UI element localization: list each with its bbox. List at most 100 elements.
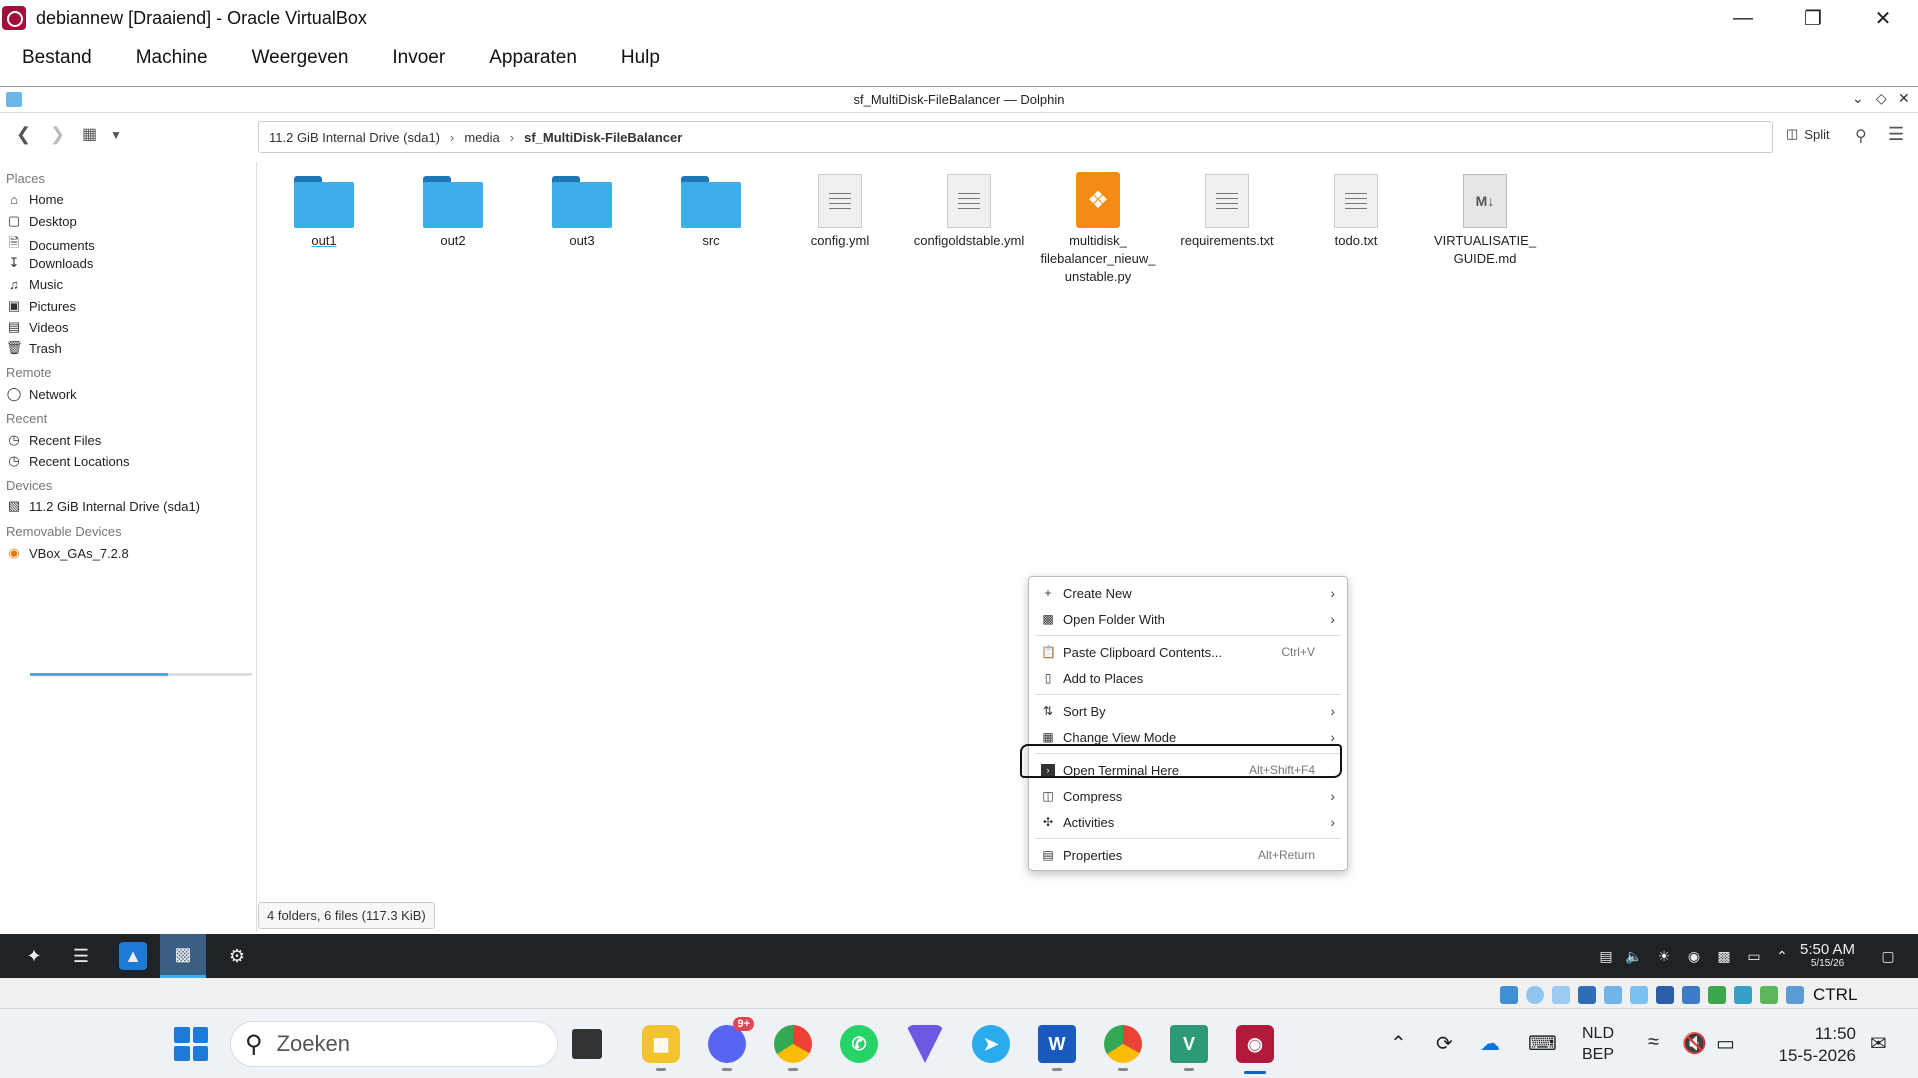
devices-icon[interactable]: ▩ xyxy=(1710,942,1738,970)
sidebar-item-videos[interactable]: ▤ Videos xyxy=(6,319,69,335)
search-input[interactable]: ⚲ Zoeken xyxy=(230,1021,558,1067)
system-settings-icon[interactable]: ☰ xyxy=(67,942,95,970)
chevron-down-icon[interactable]: ⌄ xyxy=(1852,90,1864,107)
app-launcher-icon[interactable]: ✦ xyxy=(20,942,48,970)
volume-muted-icon[interactable]: 🔇 xyxy=(1682,1031,1707,1056)
sidebar-item-vbox-gas[interactable]: ◉ VBox_GAs_7.2.8 xyxy=(6,545,128,561)
sidebar-item-documents[interactable]: 🗎 Documents xyxy=(6,234,95,256)
chevron-up-icon[interactable]: ⌃ xyxy=(1768,942,1796,970)
menu-apparaten[interactable]: Apparaten xyxy=(467,47,599,69)
notification-bell-icon[interactable]: ✉ xyxy=(1870,1031,1887,1056)
show-desktop-icon[interactable]: ▢ xyxy=(1874,942,1902,970)
battery-icon[interactable]: ▭ xyxy=(1716,1031,1735,1056)
breadcrumb-drive[interactable]: 11.2 GiB Internal Drive (sda1) xyxy=(269,130,440,145)
windows-start-icon[interactable] xyxy=(174,1027,208,1061)
language-indicator[interactable]: NLD BEP xyxy=(1582,1023,1614,1065)
forward-icon[interactable]: ❯ xyxy=(50,124,65,145)
hamburger-menu-icon[interactable]: ☰ xyxy=(1888,124,1904,145)
battery-icon[interactable]: ▭ xyxy=(1740,942,1768,970)
wifi-icon[interactable]: ≈ xyxy=(1648,1031,1659,1054)
sidebar-item-desktop[interactable]: ▢ Desktop xyxy=(6,213,77,229)
volume-icon[interactable]: 🔈 xyxy=(1620,942,1648,970)
vscode-icon[interactable]: V xyxy=(1170,1025,1208,1071)
sync-icon[interactable]: ⟳ xyxy=(1436,1031,1453,1056)
menu-item-paste[interactable]: 📋 Paste Clipboard Contents... Ctrl+V xyxy=(1029,639,1347,665)
menu-item-add-to-places[interactable]: ▯ Add to Places xyxy=(1029,665,1347,691)
whatsapp-icon[interactable]: ✆ xyxy=(840,1025,878,1063)
menu-invoer[interactable]: Invoer xyxy=(370,47,467,69)
proton-vpn-icon[interactable] xyxy=(906,1025,944,1063)
hard-disk-icon[interactable] xyxy=(1500,986,1518,1004)
split-button[interactable]: ◫ Split xyxy=(1786,126,1830,142)
clipboard-icon[interactable]: ▤ xyxy=(1592,942,1620,970)
audio-icon[interactable] xyxy=(1552,986,1570,1004)
menu-hulp[interactable]: Hulp xyxy=(599,47,682,69)
telegram-icon[interactable]: ➤ xyxy=(972,1025,1010,1063)
keyboard-capture-icon[interactable] xyxy=(1786,986,1804,1004)
menu-item-sort-by[interactable]: ⇅ Sort By › xyxy=(1029,698,1347,724)
sidebar-item-recent-locations[interactable]: ◷ Recent Locations xyxy=(6,453,129,469)
display-icon[interactable] xyxy=(1656,986,1674,1004)
sidebar-item-home[interactable]: ⌂ Home xyxy=(6,192,64,207)
onedrive-icon[interactable]: ☁ xyxy=(1480,1031,1500,1056)
file-item[interactable]: M↓ VIRTUALISATIE_ GUIDE.md xyxy=(1425,174,1545,268)
chrome-icon[interactable] xyxy=(774,1025,812,1071)
taskbar-clock[interactable]: 11:50 15-5-2026 xyxy=(1770,1023,1856,1067)
chevron-up-icon[interactable]: ⌃ xyxy=(1390,1031,1407,1056)
discover-icon[interactable]: ▲ xyxy=(119,942,147,970)
breadcrumb-media[interactable]: media xyxy=(464,130,499,145)
breadcrumb[interactable]: 11.2 GiB Internal Drive (sda1) › media ›… xyxy=(258,121,1773,153)
sidebar-item-trash[interactable]: 🗑 Trash xyxy=(6,340,62,356)
menu-item-properties[interactable]: ▤ Properties Alt+Return xyxy=(1029,842,1347,868)
mouse-integration-icon[interactable] xyxy=(1708,986,1726,1004)
task-view-icon[interactable] xyxy=(572,1029,602,1059)
kde-clock[interactable]: 5:50 AM 5/15/26 xyxy=(1800,941,1855,969)
discord-icon[interactable]: 9+ xyxy=(708,1017,754,1071)
minimize-button[interactable]: — xyxy=(1708,0,1778,36)
file-item[interactable]: out1 xyxy=(264,176,384,250)
download-icon[interactable] xyxy=(1760,986,1778,1004)
close-icon[interactable]: ✕ xyxy=(1898,90,1910,107)
menu-item-compress[interactable]: ◫ Compress › xyxy=(1029,783,1347,809)
file-item[interactable]: todo.txt xyxy=(1296,174,1416,250)
optical-drive-icon[interactable] xyxy=(1526,986,1544,1004)
breadcrumb-current[interactable]: sf_MultiDisk-FileBalancer xyxy=(524,130,682,145)
maximize-icon[interactable]: ◇ xyxy=(1876,90,1887,107)
file-item[interactable]: ❖ multidisk_ filebalancer_nieuw_ unstabl… xyxy=(1038,172,1158,286)
close-button[interactable]: ✕ xyxy=(1848,0,1918,36)
sidebar-item-downloads[interactable]: ↧ Downloads xyxy=(6,255,94,271)
brightness-icon[interactable]: ☀ xyxy=(1650,942,1678,970)
file-explorer-icon[interactable]: ▩ xyxy=(642,1025,680,1071)
virtualbox-icon[interactable]: ◉ xyxy=(1236,1025,1274,1063)
sidebar-item-music[interactable]: ♫ Music xyxy=(6,277,63,292)
view-mode-icon[interactable]: ▦ xyxy=(82,124,97,144)
word-icon[interactable]: W xyxy=(1038,1025,1076,1071)
dolphin-task-icon[interactable]: ▩ xyxy=(160,934,206,978)
sidebar-item-recent-files[interactable]: ◷ Recent Files xyxy=(6,432,101,448)
sidebar-item-pictures[interactable]: ▣ Pictures xyxy=(6,298,76,314)
network-icon[interactable]: ◉ xyxy=(1680,942,1708,970)
menu-machine[interactable]: Machine xyxy=(114,47,230,69)
network-adapter-icon[interactable] xyxy=(1578,986,1596,1004)
sidebar-item-network[interactable]: ◯ Network xyxy=(6,386,77,402)
search-icon[interactable]: ⚲ xyxy=(1855,126,1867,146)
menu-item-open-folder-with[interactable]: ▩ Open Folder With › xyxy=(1029,606,1347,632)
chrome-icon[interactable] xyxy=(1104,1025,1142,1071)
menu-item-activities[interactable]: ✣ Activities › xyxy=(1029,809,1347,835)
sidebar-item-internal-drive[interactable]: ▧ 11.2 GiB Internal Drive (sda1) xyxy=(6,498,200,514)
file-item[interactable]: out2 xyxy=(393,176,513,250)
menu-weergeven[interactable]: Weergeven xyxy=(230,47,371,69)
menu-bestand[interactable]: Bestand xyxy=(0,47,114,69)
file-item[interactable]: config.yml xyxy=(780,174,900,250)
file-item[interactable]: src xyxy=(651,176,771,250)
restore-button[interactable]: ❐ xyxy=(1778,0,1848,36)
file-item[interactable]: out3 xyxy=(522,176,642,250)
file-item[interactable]: configoldstable.yml xyxy=(909,174,1029,250)
shared-folders-icon[interactable] xyxy=(1630,986,1648,1004)
gear-icon[interactable]: ⚙ xyxy=(223,942,251,970)
usb-icon[interactable] xyxy=(1604,986,1622,1004)
file-item[interactable]: requirements.txt xyxy=(1167,174,1287,250)
back-icon[interactable]: ❮ xyxy=(16,124,31,145)
cpu-icon[interactable] xyxy=(1734,986,1752,1004)
keyboard-icon[interactable]: ⌨ xyxy=(1528,1031,1557,1056)
